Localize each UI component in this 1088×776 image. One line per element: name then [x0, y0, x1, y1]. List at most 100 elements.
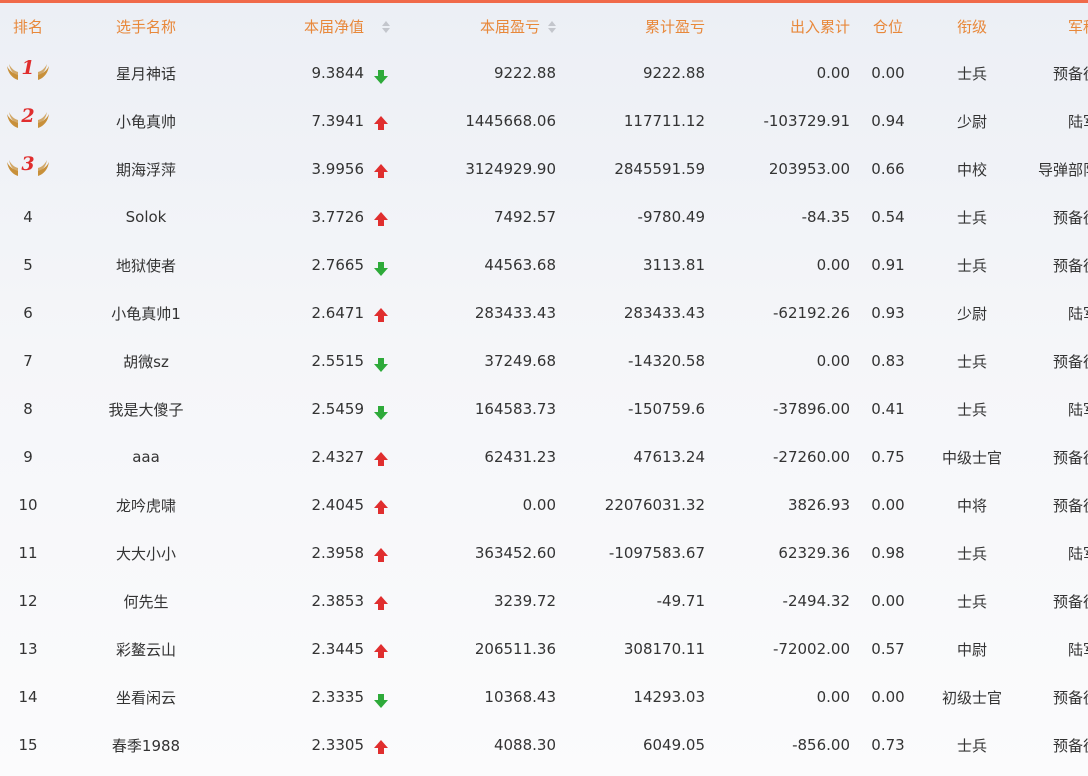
- cell-player-name[interactable]: 地狱使者: [56, 241, 236, 289]
- table-row[interactable]: 2 小龟真帅 7.3941 1445668.06 117711.12 -103729.91…: [0, 97, 1088, 145]
- player-name[interactable]: 地狱使者: [116, 257, 176, 275]
- player-name[interactable]: 坐看闲云: [116, 689, 176, 707]
- cell-player-name[interactable]: 星月神话: [56, 49, 236, 97]
- net-value: 3.7726: [311, 208, 365, 226]
- rank-number: 3: [21, 152, 35, 175]
- pnl-value: 164583.73: [474, 400, 556, 418]
- player-name[interactable]: 何先生: [123, 593, 168, 611]
- player-name[interactable]: 期海浮萍: [116, 161, 176, 179]
- header-pnl[interactable]: 本届盈亏: [416, 3, 556, 49]
- cell-army: 预备役: [1018, 673, 1088, 721]
- army-value: 导弹部队: [1037, 160, 1088, 179]
- sort-icon[interactable]: [548, 21, 556, 33]
- table-row[interactable]: 14 坐看闲云 2.3335 10368.43 14293.03 0.00 0.00 初级士官…: [0, 673, 1088, 721]
- cell-cum-pnl: 9222.88: [556, 49, 705, 97]
- cum-pnl-value: -49.71: [656, 592, 705, 610]
- header-pnl-label[interactable]: 本届盈亏: [480, 18, 540, 36]
- cell-rank: 8: [0, 385, 56, 433]
- cell-army: 陆军: [1018, 289, 1088, 337]
- player-name[interactable]: 我是大傻子: [108, 401, 183, 419]
- net-value: 2.5459: [311, 400, 365, 418]
- cell-trend: [364, 385, 416, 433]
- table-row[interactable]: 3 期海浮萍 3.9956 3124929.90 2845591.59 203953.00…: [0, 145, 1088, 193]
- cell-player-name[interactable]: 胡微sz: [56, 337, 236, 385]
- cell-player-name[interactable]: 期海浮萍: [56, 145, 236, 193]
- pnl-value: 283433.43: [474, 304, 556, 322]
- cum-flow-value: -62192.26: [773, 304, 850, 322]
- player-name[interactable]: 小龟真帅: [116, 113, 176, 131]
- cum-flow-value: -2494.32: [782, 592, 850, 610]
- header-net-sort[interactable]: [364, 3, 416, 49]
- table-row[interactable]: 11 大大小小 2.3958 363452.60 -1097583.67 62329.36…: [0, 529, 1088, 577]
- rank-number: 7: [23, 352, 33, 370]
- cell-position: 0.00: [850, 49, 926, 97]
- cell-grade: 士兵: [926, 241, 1018, 289]
- player-name[interactable]: 彩鳌云山: [116, 641, 176, 659]
- cell-player-name[interactable]: 何先生: [56, 577, 236, 625]
- header-grade-label: 衔级: [956, 17, 987, 36]
- cell-player-name[interactable]: 春季1988: [56, 721, 236, 769]
- cell-army: 预备役: [1018, 481, 1088, 529]
- cell-grade: 中尉: [926, 625, 1018, 673]
- player-name[interactable]: 胡微sz: [123, 353, 169, 371]
- cell-rank: 7: [0, 337, 56, 385]
- cell-trend: [364, 481, 416, 529]
- arrow-up-icon: [374, 164, 388, 178]
- player-name[interactable]: aaa: [132, 448, 160, 466]
- rank-number: 11: [18, 544, 38, 562]
- cell-army: 预备役: [1018, 577, 1088, 625]
- player-name[interactable]: Solok: [126, 208, 167, 226]
- army-value: 预备役: [1052, 592, 1088, 611]
- header-net-value[interactable]: 本届净值: [236, 3, 364, 49]
- table-row[interactable]: 13 彩鳌云山 2.3445 206511.36 308170.11 -72002.00 0…: [0, 625, 1088, 673]
- table-row[interactable]: 12 何先生 2.3853 3239.72 -49.71 -2494.32 0.00 士兵 预备…: [0, 577, 1088, 625]
- player-name[interactable]: 龙吟虎啸: [116, 497, 176, 515]
- pnl-value: 9222.88: [493, 64, 556, 82]
- cell-trend: [364, 625, 416, 673]
- player-name[interactable]: 星月神话: [116, 65, 176, 83]
- cum-flow-value: 0.00: [816, 688, 850, 706]
- cell-trend: [364, 673, 416, 721]
- cum-flow-value: 3826.93: [787, 496, 850, 514]
- table-row[interactable]: 4 Solok 3.7726 7492.57 -9780.49 -84.35 0.54 士兵 预…: [0, 193, 1088, 241]
- cell-player-name[interactable]: 大大小小: [56, 529, 236, 577]
- table-row[interactable]: 15 春季1988 2.3305 4088.30 6049.05 -856.00 0.73 士…: [0, 721, 1088, 769]
- table-row[interactable]: 9 aaa 2.4327 62431.23 47613.24 -27260.00 0.75 中…: [0, 433, 1088, 481]
- pnl-value: 4088.30: [493, 736, 556, 754]
- cell-player-name[interactable]: 我是大傻子: [56, 385, 236, 433]
- cum-flow-value: -856.00: [792, 736, 850, 754]
- position-value: 0.75: [871, 448, 905, 466]
- cell-player-name[interactable]: Solok: [56, 193, 236, 241]
- cell-cum-pnl: -49.71: [556, 577, 705, 625]
- table-row[interactable]: 10 龙吟虎啸 2.4045 0.00 22076031.32 3826.93 0.00 中将…: [0, 481, 1088, 529]
- cell-player-name[interactable]: 小龟真帅1: [56, 289, 236, 337]
- cell-pnl: 4088.30: [416, 721, 556, 769]
- cell-grade: 士兵: [926, 193, 1018, 241]
- sort-icon[interactable]: [382, 20, 390, 33]
- position-value: 0.00: [871, 592, 905, 610]
- cell-player-name[interactable]: 坐看闲云: [56, 673, 236, 721]
- cell-rank: 13: [0, 625, 56, 673]
- player-name[interactable]: 大大小小: [116, 545, 176, 563]
- header-rank: 排名: [0, 3, 56, 49]
- cell-player-name[interactable]: 小龟真帅: [56, 97, 236, 145]
- header-cum-flow: 出入累计: [705, 3, 850, 49]
- cell-cum-pnl: 6049.05: [556, 721, 705, 769]
- header-net-label[interactable]: 本届净值: [304, 18, 364, 36]
- table-row[interactable]: 8 我是大傻子 2.5459 164583.73 -150759.6 -37896.00 0…: [0, 385, 1088, 433]
- table-row[interactable]: 5 地狱使者 2.7665 44563.68 3113.81 0.00 0.91 士兵 预备役: [0, 241, 1088, 289]
- table-row[interactable]: 1 星月神话 9.3844 9222.88 9222.88 0.00 0.00 士兵 预备役: [0, 49, 1088, 97]
- cell-player-name[interactable]: aaa: [56, 433, 236, 481]
- cell-player-name[interactable]: 龙吟虎啸: [56, 481, 236, 529]
- player-name[interactable]: 小龟真帅1: [111, 305, 181, 323]
- table-row[interactable]: 6 小龟真帅1 2.6471 283433.43 283433.43 -62192.26 0…: [0, 289, 1088, 337]
- cell-net-value: 2.6471: [236, 289, 365, 337]
- rank-medal: 3: [6, 153, 49, 179]
- cum-flow-value: 0.00: [816, 352, 850, 370]
- cell-player-name[interactable]: 彩鳌云山: [56, 625, 236, 673]
- player-name[interactable]: 春季1988: [112, 737, 180, 755]
- table-row[interactable]: 7 胡微sz 2.5515 37249.68 -14320.58 0.00 0.83 士兵 预备…: [0, 337, 1088, 385]
- cell-net-value: 2.5459: [236, 385, 365, 433]
- cell-cum-flow: -62192.26: [705, 289, 850, 337]
- grade-value: 中将: [956, 496, 987, 515]
